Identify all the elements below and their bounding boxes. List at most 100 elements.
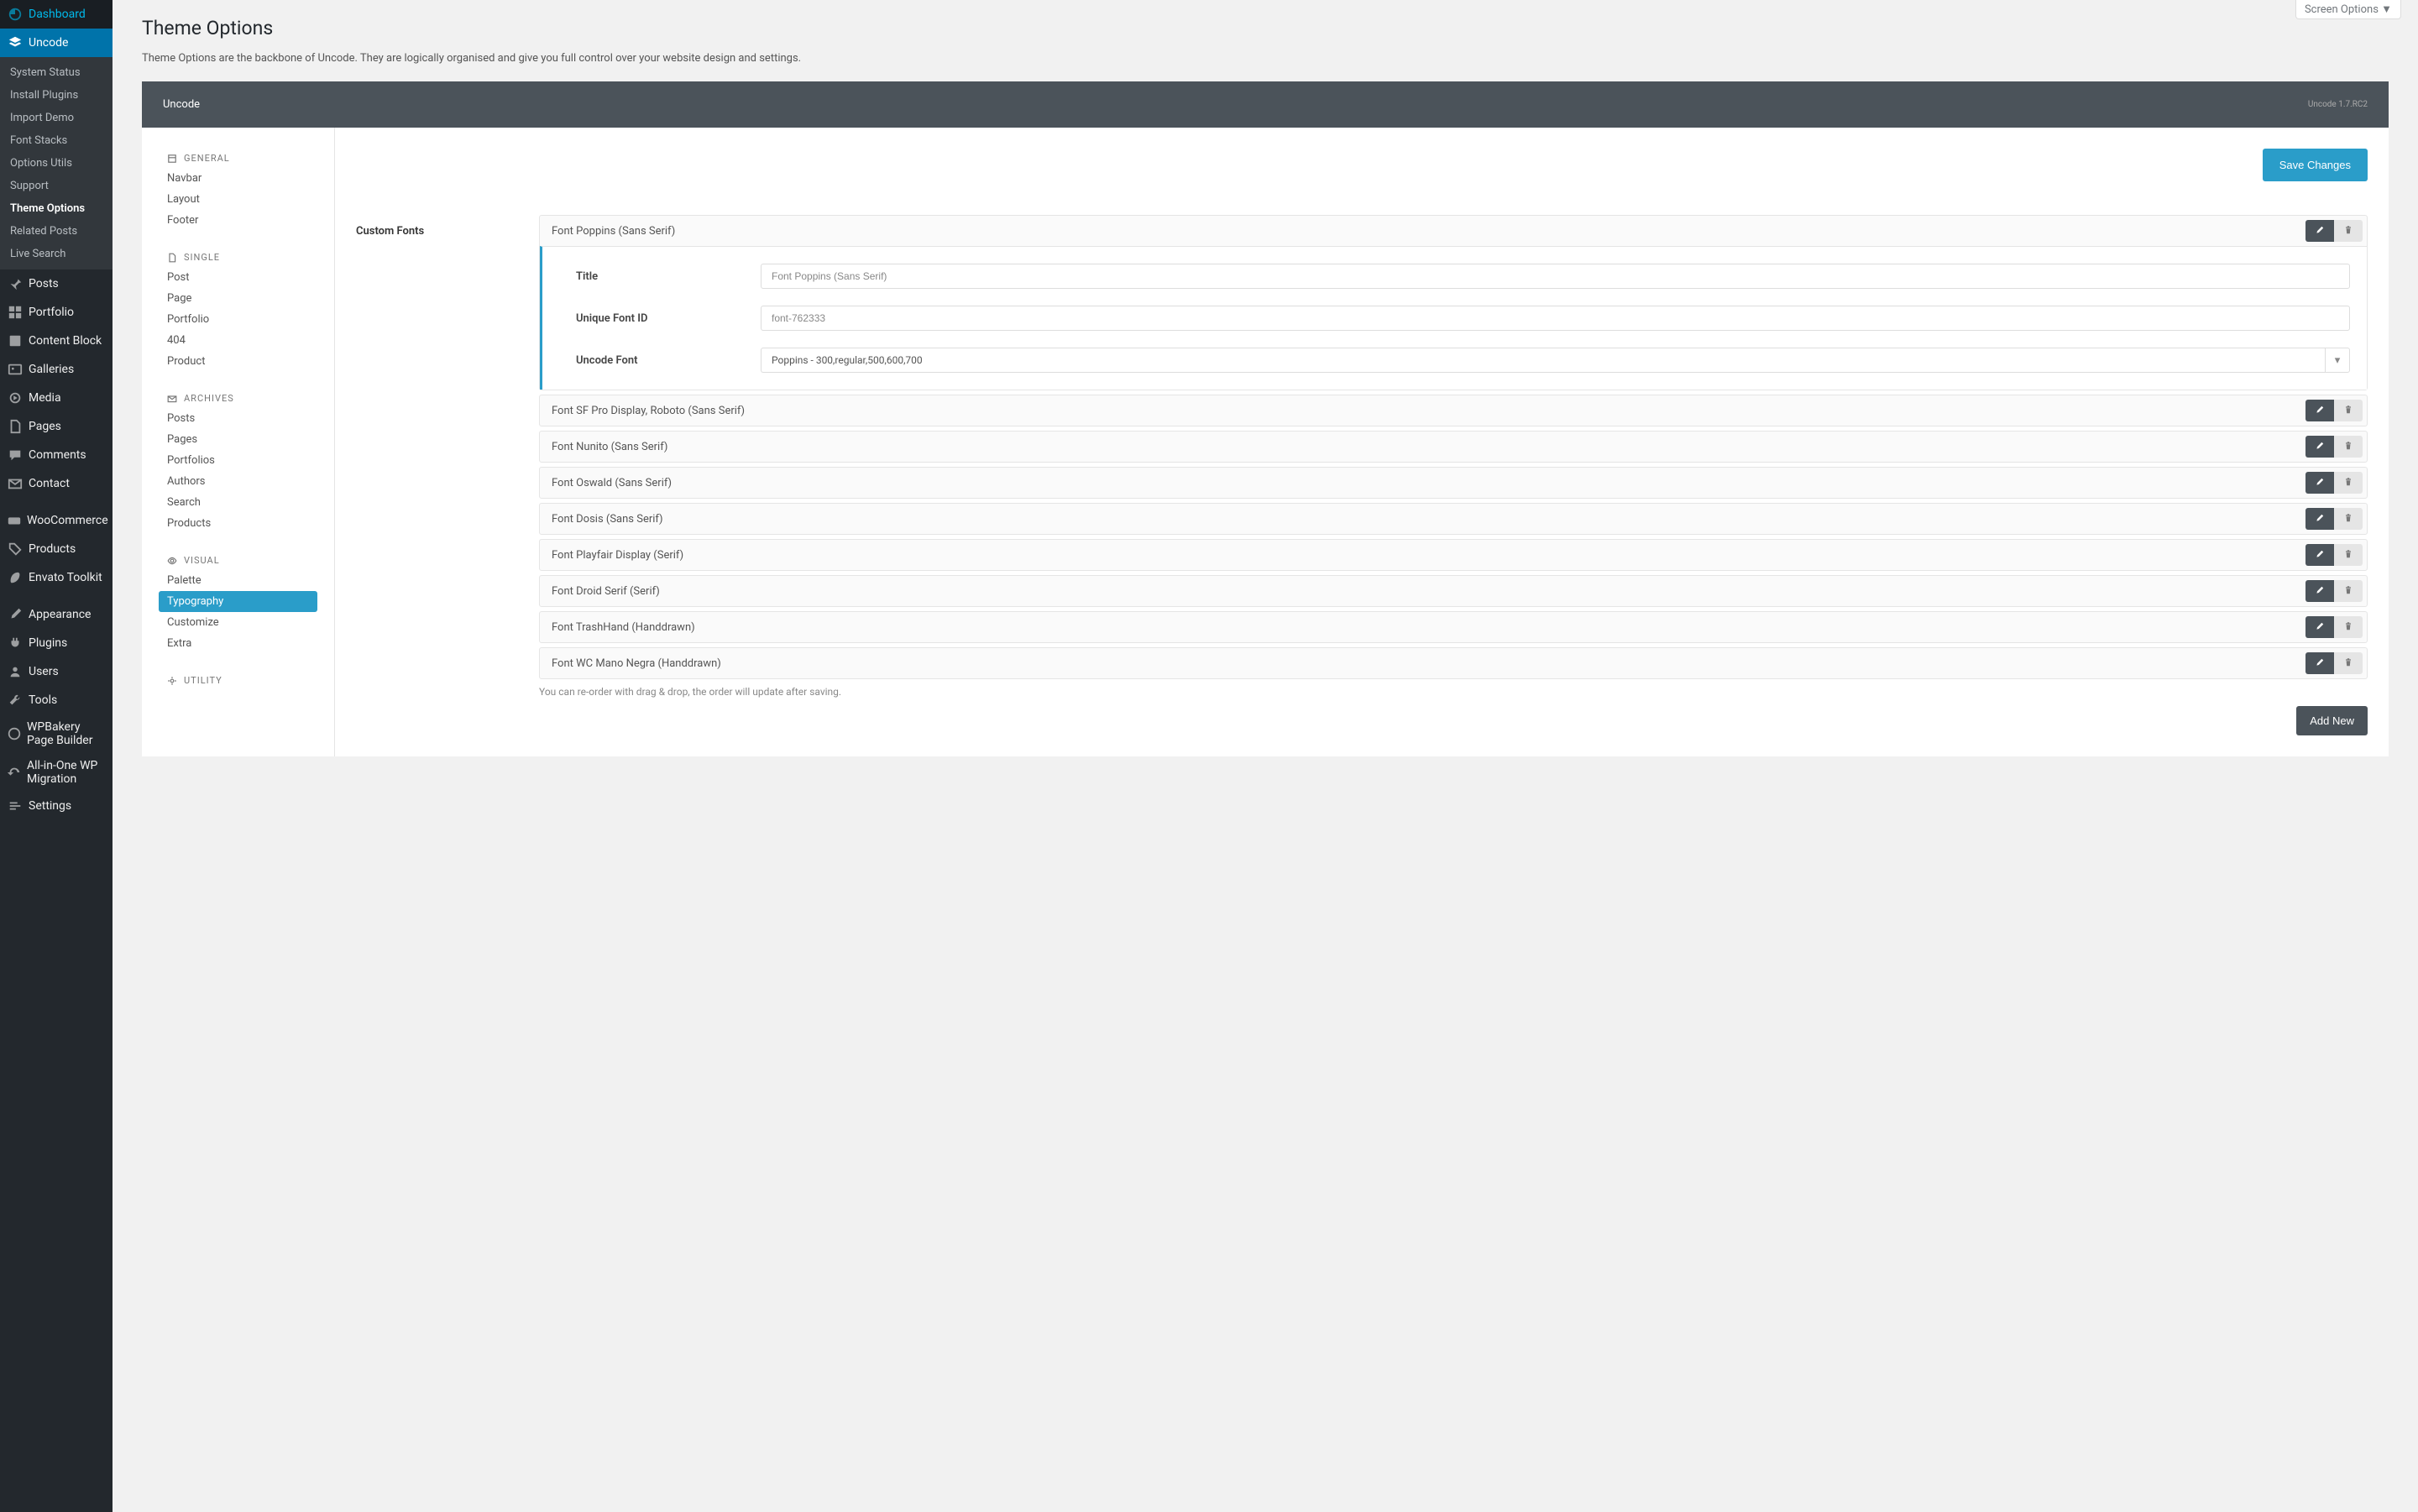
add-new-button[interactable]: Add New — [2296, 706, 2368, 735]
detail-font-select[interactable]: Poppins - 300,regular,500,600,700 — [761, 348, 2325, 373]
chevron-down-icon[interactable]: ▾ — [2325, 348, 2350, 373]
font-row[interactable]: Font Nunito (Sans Serif) — [539, 431, 2368, 463]
submenu-support[interactable]: Support — [0, 175, 113, 197]
edit-button[interactable] — [2305, 220, 2334, 242]
nav-footer[interactable]: Footer — [159, 210, 317, 231]
sidebar-plugins[interactable]: Plugins — [0, 629, 113, 657]
delete-button[interactable] — [2334, 400, 2363, 421]
nav-group-single: Single — [159, 248, 317, 267]
sidebar-portfolio[interactable]: Portfolio — [0, 298, 113, 327]
screen-options-toggle[interactable]: Screen Options ▼ — [2295, 0, 2401, 19]
sidebar-dashboard[interactable]: Dashboard — [0, 0, 113, 29]
submenu-install-plugins[interactable]: Install Plugins — [0, 84, 113, 107]
delete-button[interactable] — [2334, 508, 2363, 530]
sidebar-envato[interactable]: Envato Toolkit — [0, 563, 113, 592]
nav-arch-products[interactable]: Products — [159, 513, 317, 534]
sidebar-posts[interactable]: Posts — [0, 269, 113, 298]
sidebar-comments[interactable]: Comments — [0, 441, 113, 469]
nav-arch-authors[interactable]: Authors — [159, 471, 317, 492]
detail-id-input[interactable] — [761, 306, 2350, 331]
pencil-icon — [2315, 513, 2325, 526]
nav-portfolio[interactable]: Portfolio — [159, 309, 317, 330]
edit-button[interactable] — [2305, 544, 2334, 566]
font-row[interactable]: Font WC Mano Negra (Handdrawn) — [539, 647, 2368, 679]
sidebar-media[interactable]: Media — [0, 384, 113, 412]
font-row[interactable]: Font Poppins (Sans Serif)TitleUnique Fon… — [539, 215, 2368, 390]
sidebar-settings[interactable]: Settings — [0, 792, 113, 820]
nav-404[interactable]: 404 — [159, 330, 317, 351]
nav-extra[interactable]: Extra — [159, 633, 317, 654]
sidebar-users[interactable]: Users — [0, 657, 113, 686]
edit-button[interactable] — [2305, 508, 2334, 530]
sidebar-tools[interactable]: Tools — [0, 686, 113, 714]
pencil-icon — [2315, 405, 2325, 417]
sidebar-galleries[interactable]: Galleries — [0, 355, 113, 384]
font-row[interactable]: Font Droid Serif (Serif) — [539, 575, 2368, 607]
submenu-import-demo[interactable]: Import Demo — [0, 107, 113, 129]
font-row[interactable]: Font Playfair Display (Serif) — [539, 539, 2368, 571]
nav-arch-search[interactable]: Search — [159, 492, 317, 513]
delete-button[interactable] — [2334, 472, 2363, 494]
nav-palette[interactable]: Palette — [159, 570, 317, 591]
edit-button[interactable] — [2305, 436, 2334, 458]
edit-button[interactable] — [2305, 472, 2334, 494]
detail-font-label: Uncode Font — [576, 354, 761, 367]
pin-icon — [7, 275, 24, 292]
leaf-icon — [7, 569, 24, 586]
nav-group-general: General — [159, 149, 317, 168]
nav-layout[interactable]: Layout — [159, 189, 317, 210]
nav-typography[interactable]: Typography — [159, 591, 317, 612]
nav-page[interactable]: Page — [159, 288, 317, 309]
pencil-icon — [2315, 585, 2325, 598]
edit-button[interactable] — [2305, 616, 2334, 638]
nav-arch-pages[interactable]: Pages — [159, 429, 317, 450]
delete-button[interactable] — [2334, 616, 2363, 638]
submenu-related-posts[interactable]: Related Posts — [0, 220, 113, 243]
edit-button[interactable] — [2305, 580, 2334, 602]
sidebar-migration[interactable]: All-in-One WP Migration — [0, 753, 113, 792]
delete-button[interactable] — [2334, 652, 2363, 674]
layers-icon — [7, 34, 24, 51]
submenu-theme-options[interactable]: Theme Options — [0, 197, 113, 220]
sidebar-label: Contact — [29, 477, 70, 490]
submenu-system-status[interactable]: System Status — [0, 61, 113, 84]
nav-customize[interactable]: Customize — [159, 612, 317, 633]
nav-post[interactable]: Post — [159, 267, 317, 288]
sidebar-uncode[interactable]: Uncode — [0, 29, 113, 57]
nav-arch-posts[interactable]: Posts — [159, 408, 317, 429]
edit-button[interactable] — [2305, 652, 2334, 674]
font-row[interactable]: Font TrashHand (Handdrawn) — [539, 611, 2368, 643]
sidebar-label: Portfolio — [29, 306, 74, 319]
font-row[interactable]: Font Oswald (Sans Serif) — [539, 467, 2368, 499]
sidebar-content-block[interactable]: Content Block — [0, 327, 113, 355]
nav-product[interactable]: Product — [159, 351, 317, 372]
detail-title-input[interactable] — [761, 264, 2350, 289]
edit-button[interactable] — [2305, 400, 2334, 421]
products-icon — [7, 541, 24, 557]
sidebar-appearance[interactable]: Appearance — [0, 600, 113, 629]
sidebar-label: Content Block — [29, 334, 102, 348]
nav-navbar[interactable]: Navbar — [159, 168, 317, 189]
font-row-title: Font Dosis (Sans Serif) — [552, 513, 2305, 526]
sidebar-woocommerce[interactable]: WooCommerce — [0, 506, 113, 535]
gallery-icon — [7, 361, 24, 378]
sidebar-label: Media — [29, 391, 61, 405]
nav-arch-portfolios[interactable]: Portfolios — [159, 450, 317, 471]
sidebar-products[interactable]: Products — [0, 535, 113, 563]
sidebar-label: Plugins — [29, 636, 67, 650]
save-button[interactable]: Save Changes — [2263, 149, 2368, 181]
plug-icon — [7, 635, 24, 651]
submenu-options-utils[interactable]: Options Utils — [0, 152, 113, 175]
sidebar-wpbakery[interactable]: WPBakery Page Builder — [0, 714, 113, 753]
submenu-font-stacks[interactable]: Font Stacks — [0, 129, 113, 152]
sidebar-label: Products — [29, 542, 76, 556]
font-row[interactable]: Font Dosis (Sans Serif) — [539, 503, 2368, 535]
sidebar-contact[interactable]: Contact — [0, 469, 113, 498]
delete-button[interactable] — [2334, 580, 2363, 602]
font-row[interactable]: Font SF Pro Display, Roboto (Sans Serif) — [539, 395, 2368, 426]
delete-button[interactable] — [2334, 436, 2363, 458]
delete-button[interactable] — [2334, 544, 2363, 566]
submenu-live-search[interactable]: Live Search — [0, 243, 113, 265]
sidebar-pages[interactable]: Pages — [0, 412, 113, 441]
delete-button[interactable] — [2334, 220, 2363, 242]
